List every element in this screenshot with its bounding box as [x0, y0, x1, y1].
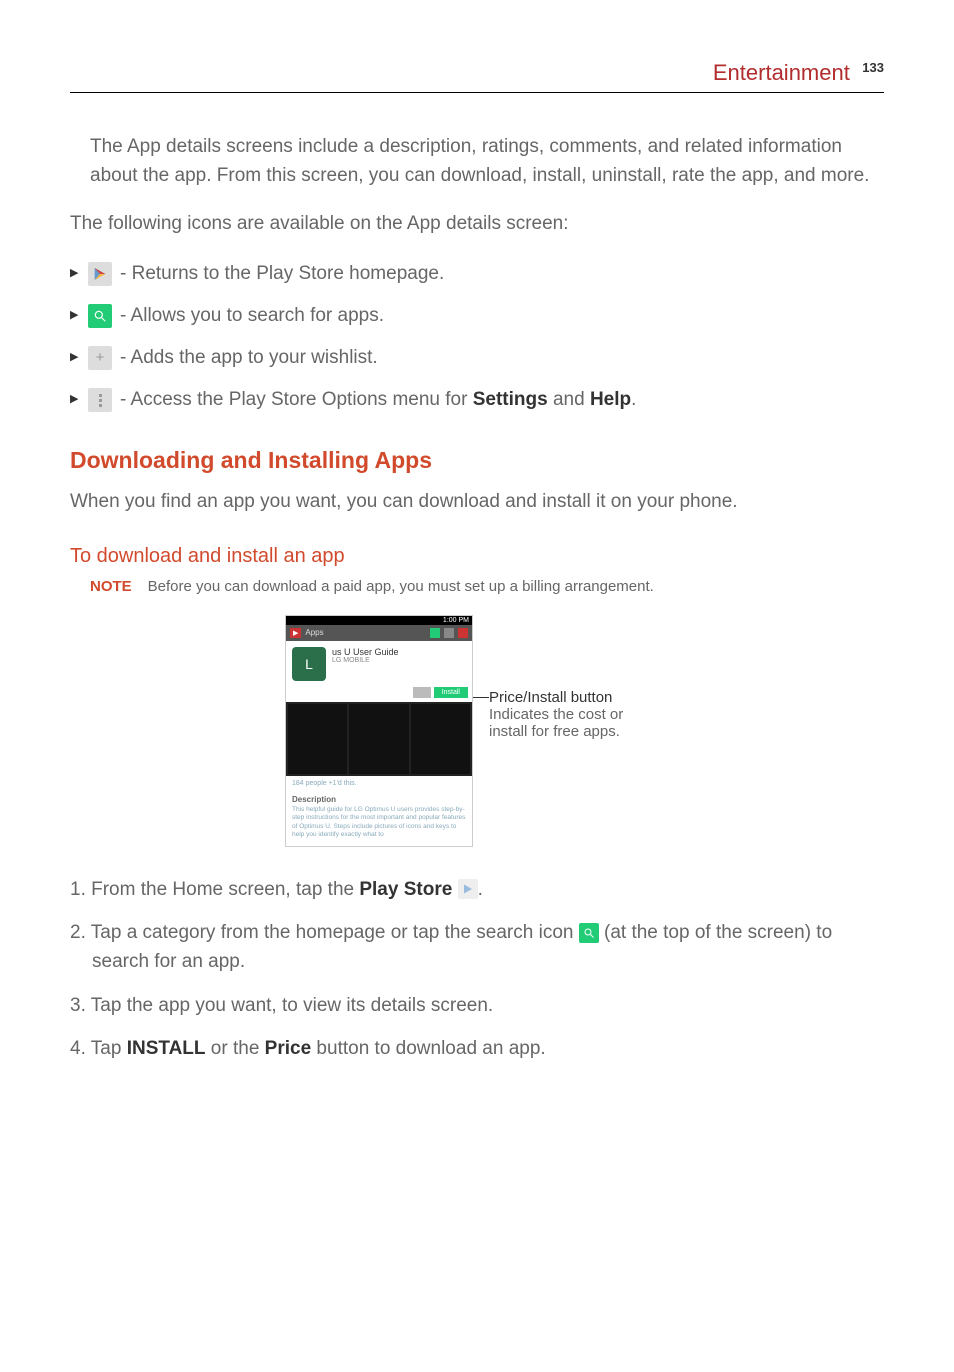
play-store-icon [88, 262, 112, 286]
bullet-wishlist: ▶ + - Adds the app to your wishlist. [70, 341, 884, 375]
text-fragment: 2. Tap a category from the homepage or t… [70, 922, 579, 943]
callout-title: Price/Install button [489, 689, 669, 706]
bar-menu-icon [444, 628, 454, 638]
intro-paragraph: The App details screens include a descri… [90, 133, 884, 190]
bullet-options-menu: ▶ - Access the Play Store Options menu f… [70, 383, 884, 417]
bullet-search: ▶ - Allows you to search for apps. [70, 299, 884, 333]
app-title: us U User Guide [332, 647, 466, 657]
description-heading: Description [286, 791, 472, 804]
bullet-text: - Allows you to search for apps. [120, 299, 384, 333]
bullet-marker-icon: ▶ [70, 306, 80, 326]
status-time: 1:00 PM [443, 617, 469, 624]
text-fragment: 1. From the Home screen, tap the [70, 879, 359, 900]
text-fragment: and [548, 389, 590, 410]
text-fragment [452, 879, 457, 900]
apps-label: Apps [305, 628, 426, 637]
app-publisher: LG MOBILE [332, 657, 466, 664]
phone-screenshot: 1:00 PM ▶ Apps L us U User Guide LG MOBI… [285, 615, 473, 847]
text-fragment: or the [206, 1038, 265, 1059]
icons-intro: The following icons are available on the… [70, 210, 884, 239]
app-header: L us U User Guide LG MOBILE [286, 641, 472, 687]
wishlist-add-icon: + [88, 346, 112, 370]
play-store-icon [458, 879, 478, 899]
text-fragment: - Access the Play Store Options menu for [120, 389, 473, 410]
note-row: NOTE Before you can download a paid app,… [90, 578, 884, 595]
bullet-text: - Returns to the Play Store homepage. [120, 257, 444, 291]
overflow-menu-icon [88, 388, 112, 412]
bar-share-icon [458, 628, 468, 638]
plus-one-meta: 184 people +1'd this. [286, 776, 472, 791]
app-title-wrap: us U User Guide LG MOBILE [332, 647, 466, 664]
step-1: 1. From the Home screen, tap the Play St… [70, 875, 884, 904]
bullet-marker-icon: ▶ [70, 348, 80, 368]
bullet-marker-icon: ▶ [70, 390, 80, 410]
description-text: This helpful guide for LG Optimus U user… [286, 804, 472, 846]
icon-bullet-list: ▶ - Returns to the Play Store homepage. … [70, 257, 884, 418]
bullet-marker-icon: ▶ [70, 264, 80, 284]
step-2: 2. Tap a category from the homepage or t… [70, 918, 884, 977]
note-label: NOTE [90, 578, 132, 595]
step-3: 3. Tap the app you want, to view its det… [70, 991, 884, 1020]
install-button: Install [434, 687, 468, 698]
install-row: Install [286, 687, 472, 702]
install-label: INSTALL [127, 1038, 206, 1059]
figure-wrap: 1:00 PM ▶ Apps L us U User Guide LG MOBI… [70, 615, 884, 847]
text-fragment: . [478, 879, 483, 900]
bar-search-icon [430, 628, 440, 638]
downloading-paragraph: When you find an app you want, you can d… [70, 488, 884, 517]
app-icon: L [292, 647, 326, 681]
steps-list: 1. From the Home screen, tap the Play St… [70, 875, 884, 1064]
search-icon [88, 304, 112, 328]
heading-downloading: Downloading and Installing Apps [70, 447, 884, 474]
page-header: Entertainment 133 [70, 60, 884, 93]
bullet-play-home: ▶ - Returns to the Play Store homepage. [70, 257, 884, 291]
callout-leader-line [473, 697, 489, 698]
status-bar: 1:00 PM [286, 616, 472, 625]
secondary-button [413, 687, 431, 698]
bullet-text: - Access the Play Store Options menu for… [120, 383, 636, 417]
help-label: Help [590, 389, 631, 410]
text-fragment: button to download an app. [311, 1038, 546, 1059]
heading-to-download: To download and install an app [70, 545, 884, 568]
page: Entertainment 133 The App details screen… [0, 0, 954, 1158]
search-icon [579, 923, 599, 943]
page-number: 133 [862, 60, 884, 75]
bullet-text: - Adds the app to your wishlist. [120, 341, 378, 375]
callout-line2: install for free apps. [489, 723, 669, 740]
settings-label: Settings [473, 389, 548, 410]
section-title: Entertainment [713, 60, 850, 86]
text-fragment: 4. Tap [70, 1038, 127, 1059]
callout-line1: Indicates the cost or [489, 706, 669, 723]
app-bar: ▶ Apps [286, 625, 472, 641]
step-4: 4. Tap INSTALL or the Price button to do… [70, 1034, 884, 1063]
apps-tag-icon: ▶ [290, 628, 301, 638]
note-text: Before you can download a paid app, you … [148, 578, 654, 595]
screenshot-thumbs [286, 702, 472, 776]
play-store-label: Play Store [359, 879, 452, 900]
price-label: Price [265, 1038, 311, 1059]
callout-price-install: Price/Install button Indicates the cost … [489, 689, 669, 740]
text-fragment: . [631, 389, 636, 410]
